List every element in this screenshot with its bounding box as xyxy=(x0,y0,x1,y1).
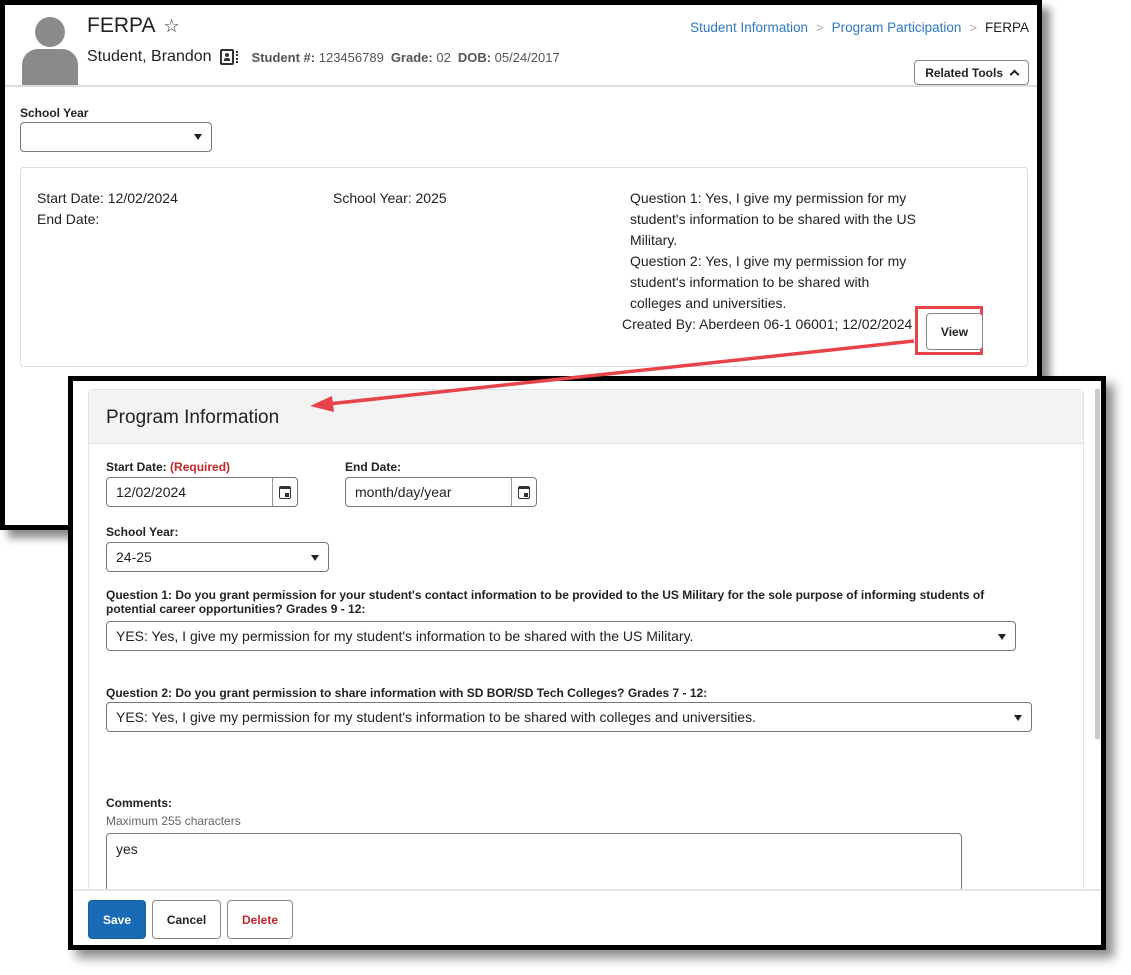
start-date-calendar-button[interactable] xyxy=(272,478,297,506)
school-year-value: 24-25 xyxy=(116,549,152,565)
breadcrumb-separator-icon: > xyxy=(969,20,977,35)
record-questions: Question 1: Yes, I give my permission fo… xyxy=(630,188,920,314)
end-date-calendar-button[interactable] xyxy=(511,478,536,506)
school-year-select[interactable]: 24-25 xyxy=(106,542,329,572)
question-1-value: YES: Yes, I give my permission for my st… xyxy=(116,628,694,644)
contact-card-icon[interactable] xyxy=(219,49,234,65)
start-date-label: Start Date: (Required) xyxy=(106,460,230,474)
record-question-1: Question 1: Yes, I give my permission fo… xyxy=(630,190,916,248)
student-info-line: Student, Brandon Student #: 123456789 Gr… xyxy=(87,48,560,66)
school-year-filter-label: School Year xyxy=(20,106,89,120)
scrollbar-thumb[interactable] xyxy=(1095,389,1100,739)
student-number: 123456789 xyxy=(318,49,384,65)
breadcrumb-separator-icon: > xyxy=(815,20,824,35)
start-date-value: 12/02/2024 xyxy=(116,484,187,500)
question-1-label: Question 1: Do you grant permission for … xyxy=(106,588,985,616)
contact-card-dots-icon xyxy=(235,51,238,63)
page-title: FERPA xyxy=(87,14,156,37)
breadcrumb-program-participation[interactable]: Program Participation xyxy=(832,20,962,35)
chevron-up-icon xyxy=(1009,69,1020,80)
question-2-label: Question 2: Do you grant permission to s… xyxy=(106,686,708,700)
student-number-label: Student #: xyxy=(251,49,316,65)
calendar-icon xyxy=(279,485,291,499)
related-tools-button[interactable]: Related Tools xyxy=(914,60,1029,85)
modal-footer: Save Cancel Delete xyxy=(73,889,1101,945)
panel-title: Program Information xyxy=(106,407,280,428)
star-icon[interactable]: ☆ xyxy=(163,16,179,37)
save-button[interactable]: Save xyxy=(88,900,146,939)
record-school-year: School Year: 2025 xyxy=(333,190,447,206)
dob-label: DOB: xyxy=(457,49,492,65)
grade-value: 02 xyxy=(436,49,451,65)
breadcrumb-current: FERPA xyxy=(984,20,1029,35)
comments-hint: Maximum 255 characters xyxy=(106,814,241,828)
comments-label: Comments: xyxy=(106,796,173,810)
related-tools-label: Related Tools xyxy=(925,65,1003,80)
question-2-select[interactable]: YES: Yes, I give my permission for my st… xyxy=(106,702,1032,732)
end-date-input[interactable]: month/day/year xyxy=(345,477,537,507)
student-meta: Student #: 123456789 Grade: 02 DOB: 05/2… xyxy=(252,50,560,65)
panel-header: Program Information xyxy=(89,390,1083,444)
start-date-input[interactable]: 12/02/2024 xyxy=(106,477,298,507)
school-year-label: School Year: xyxy=(106,525,179,539)
calendar-icon xyxy=(518,485,530,499)
header-divider xyxy=(5,85,1037,87)
ferpa-record-card: Start Date: 12/02/2024 End Date: School … xyxy=(20,167,1028,367)
record-created-by: Created By: Aberdeen 06-1 06001; 12/02/2… xyxy=(622,316,913,332)
end-date-label: End Date: xyxy=(345,460,402,474)
start-date-label-text: Start Date: xyxy=(106,460,167,474)
school-year-filter-select[interactable] xyxy=(20,122,212,152)
breadcrumb: Student Information > Program Participat… xyxy=(690,20,1029,35)
view-button[interactable]: View xyxy=(926,313,983,350)
record-start-date: Start Date: 12/02/2024 xyxy=(37,190,178,206)
delete-button[interactable]: Delete xyxy=(227,900,293,939)
question-1-select[interactable]: YES: Yes, I give my permission for my st… xyxy=(106,621,1016,651)
program-information-panel: Program Information Start Date: (Require… xyxy=(88,389,1084,913)
page-title-row: FERPA ☆ xyxy=(87,14,180,38)
record-end-date: End Date: xyxy=(37,211,100,227)
student-avatar xyxy=(22,17,78,87)
caret-down-icon xyxy=(1014,715,1022,721)
end-date-placeholder: month/day/year xyxy=(355,484,452,500)
student-name: Student, Brandon xyxy=(87,48,212,65)
breadcrumb-student-information[interactable]: Student Information xyxy=(690,20,808,35)
program-information-window: Program Information Start Date: (Require… xyxy=(68,376,1106,950)
record-question-2: Question 2: Yes, I give my permission fo… xyxy=(630,253,907,311)
caret-down-icon xyxy=(311,555,319,561)
cancel-button[interactable]: Cancel xyxy=(152,900,221,939)
required-indicator: (Required) xyxy=(170,460,231,474)
caret-down-icon xyxy=(998,634,1006,640)
grade-label: Grade: xyxy=(390,49,433,65)
dob-value: 05/24/2017 xyxy=(494,49,560,65)
caret-down-icon xyxy=(194,134,202,140)
question-2-value: YES: Yes, I give my permission for my st… xyxy=(116,709,756,725)
